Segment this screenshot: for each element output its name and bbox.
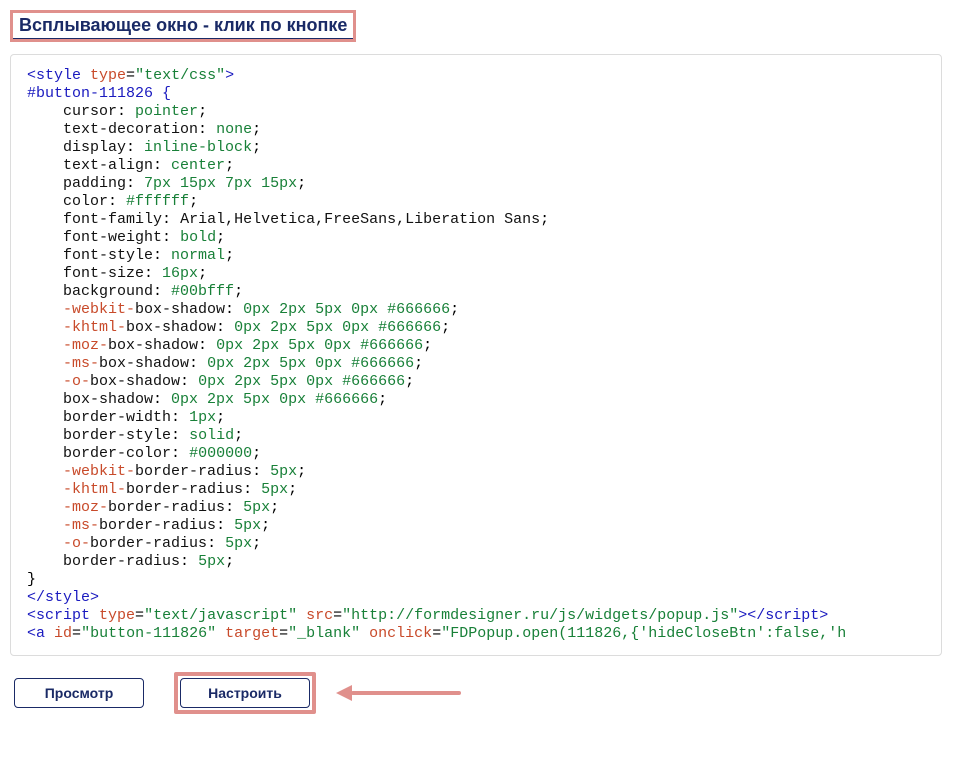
configure-button-highlight: Настроить bbox=[174, 672, 316, 714]
code-scroll-area[interactable]: <style type="text/css"> #button-111826 {… bbox=[27, 67, 925, 649]
arrow-annotation-icon bbox=[336, 685, 461, 701]
code-block[interactable]: <style type="text/css"> #button-111826 {… bbox=[27, 67, 925, 649]
configure-button[interactable]: Настроить bbox=[180, 678, 310, 708]
code-panel: <style type="text/css"> #button-111826 {… bbox=[10, 54, 942, 656]
page-title: Всплывающее окно - клик по кнопке bbox=[13, 13, 353, 39]
page-title-highlight: Всплывающее окно - клик по кнопке bbox=[10, 10, 356, 42]
preview-button[interactable]: Просмотр bbox=[14, 678, 144, 708]
button-row: Просмотр Настроить bbox=[10, 672, 950, 714]
